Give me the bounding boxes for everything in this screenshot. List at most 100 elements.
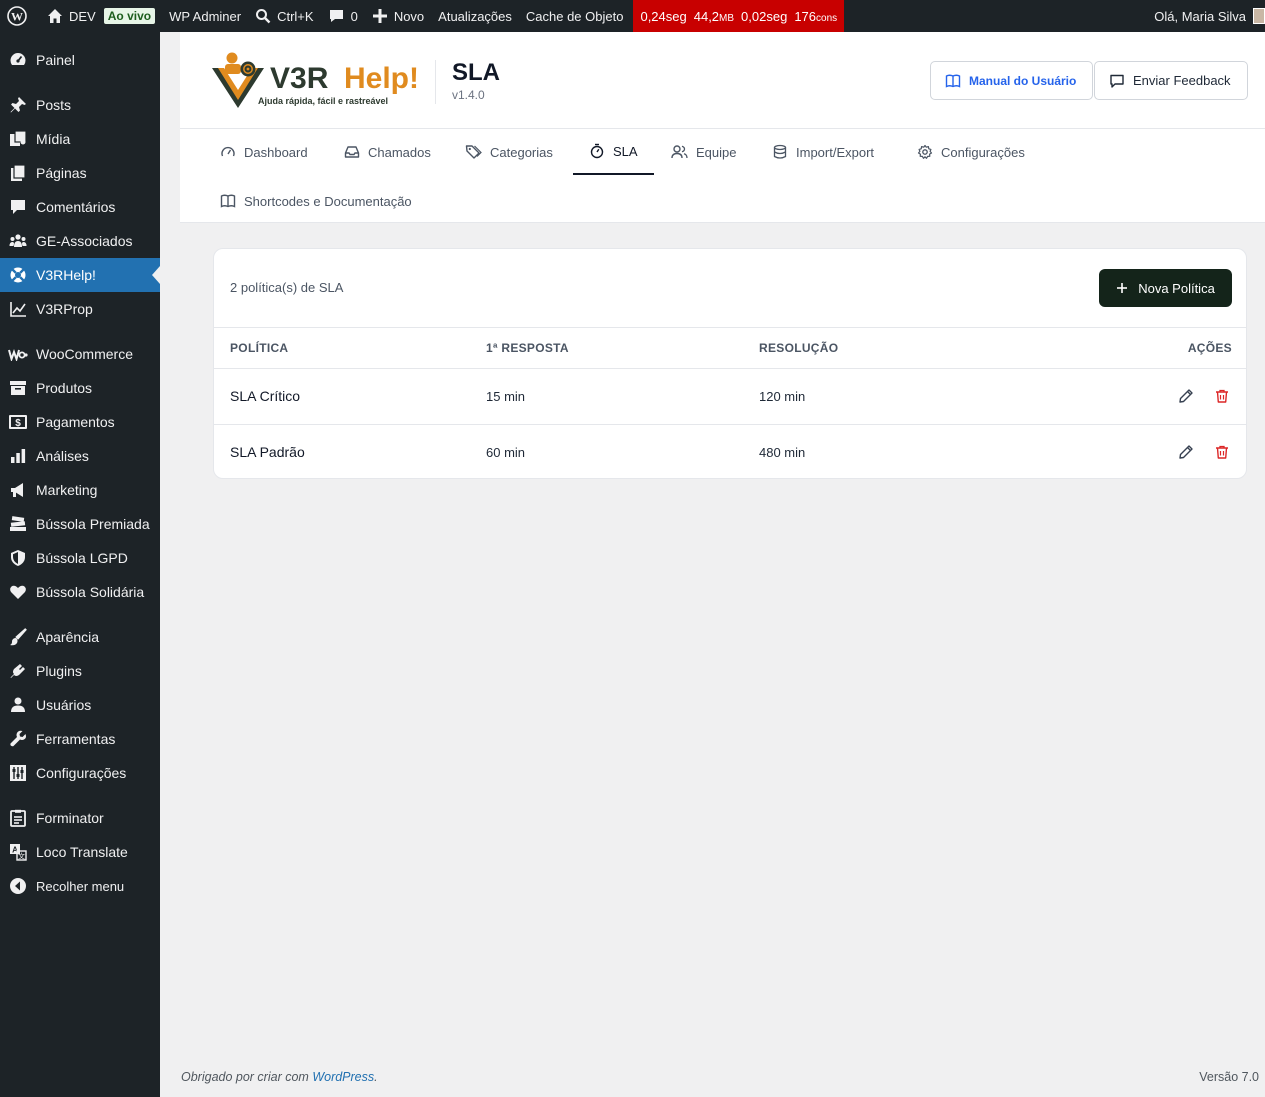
menu-item-midia[interactable]: Mídia	[0, 122, 160, 156]
edit-icon[interactable]	[1176, 386, 1196, 406]
policy-count: 2 política(s) de SLA	[230, 280, 344, 295]
page-title: SLA	[452, 59, 500, 86]
sla-table: POLÍTICA 1ª RESPOSTA RESOLUÇÃO AÇÕES SLA…	[214, 328, 1246, 478]
page-time: 0,24seg	[640, 8, 687, 24]
edit-icon[interactable]	[1176, 442, 1196, 462]
clipboard-icon	[8, 808, 28, 828]
pages-icon	[8, 163, 28, 183]
new-content-menu[interactable]: Novo	[365, 0, 431, 32]
send-feedback-button[interactable]: Enviar Feedback	[1094, 61, 1248, 100]
tab-sla[interactable]: SLA	[573, 129, 654, 175]
column-header-acoes: AÇÕES	[1043, 328, 1246, 369]
site-name-menu[interactable]: DEV Ao vivo	[40, 0, 162, 32]
menu-item-produtos[interactable]: Produtos	[0, 371, 160, 405]
new-label: Novo	[393, 8, 425, 24]
updates-link[interactable]: Atualizações	[431, 0, 519, 32]
memory-usage: 44,2MB	[693, 8, 735, 24]
wrench-icon	[8, 729, 28, 749]
groups-icon	[8, 231, 28, 251]
menu-item-pagamentos[interactable]: $ Pagamentos	[0, 405, 160, 439]
menu-item-woocommerce[interactable]: WooCommerce	[0, 337, 160, 371]
plugin-tabs: Dashboard Chamados Categorias SLA Equipe…	[180, 129, 1265, 223]
plus-icon	[372, 9, 387, 23]
plugin-version: v1.4.0	[452, 88, 485, 102]
menu-item-marketing[interactable]: Marketing	[0, 473, 160, 507]
my-account-menu[interactable]: Olá, Maria Silva	[1154, 0, 1265, 32]
sla-policies-card: 2 política(s) de SLA Nova Política POLÍT…	[213, 248, 1247, 479]
menu-item-bussola-premiada[interactable]: Bússola Premiada	[0, 507, 160, 541]
inbox-icon	[344, 146, 360, 158]
tab-dashboard[interactable]: Dashboard	[204, 129, 324, 175]
menu-item-bussola-solidaria[interactable]: Bússola Solidária	[0, 575, 160, 609]
query-count: 176cons	[794, 8, 838, 24]
new-policy-button[interactable]: Nova Política	[1099, 269, 1232, 307]
tab-shortcodes[interactable]: Shortcodes e Documentação	[204, 178, 428, 224]
new-policy-label: Nova Política	[1138, 280, 1215, 296]
heart-icon	[8, 582, 28, 602]
menu-item-configuracoes[interactable]: Configurações	[0, 756, 160, 790]
plugin-icon	[8, 661, 28, 681]
menu-item-posts[interactable]: Posts	[0, 88, 160, 122]
menu-item-usuarios[interactable]: Usuários	[0, 688, 160, 722]
menu-item-plugins[interactable]: Plugins	[0, 654, 160, 688]
collapse-menu-button[interactable]: Recolher menu	[0, 869, 160, 903]
menu-item-forminator[interactable]: Forminator	[0, 801, 160, 835]
tab-configuracoes[interactable]: Configurações	[901, 129, 1041, 175]
menu-item-bussola-lgpd[interactable]: Bússola LGPD	[0, 541, 160, 575]
delete-icon[interactable]	[1212, 442, 1232, 462]
timer-icon	[590, 143, 604, 159]
comments-link[interactable]: 0	[321, 0, 365, 32]
books-icon	[8, 514, 28, 534]
avatar	[1253, 8, 1265, 24]
menu-item-ge-associados[interactable]: GE-Associados	[0, 224, 160, 258]
collapse-arrow-icon	[8, 876, 28, 896]
media-icon	[8, 129, 28, 149]
message-square-icon	[1110, 74, 1124, 88]
menu-item-analises[interactable]: Análises	[0, 439, 160, 473]
search-shortcut: Ctrl+K	[277, 8, 314, 24]
wordpress-logo-icon[interactable]: W	[0, 0, 40, 32]
user-greeting: Olá, Maria Silva	[1154, 8, 1246, 24]
money-icon: $	[8, 412, 28, 432]
tab-chamados[interactable]: Chamados	[328, 129, 447, 175]
tab-equipe[interactable]: Equipe	[655, 129, 752, 175]
menu-item-aparencia[interactable]: Aparência	[0, 620, 160, 654]
bar-chart-icon	[8, 446, 28, 466]
book-open-icon	[220, 194, 236, 208]
first-response-time: 15 min	[470, 368, 743, 425]
dashboard-icon	[8, 50, 28, 70]
menu-item-comentarios[interactable]: Comentários	[0, 190, 160, 224]
plugin-header: V3R Help! Ajuda rápida, fácil e rastreáv…	[180, 32, 1265, 129]
object-cache-link[interactable]: Cache de Objeto	[519, 0, 634, 32]
gauge-icon	[221, 146, 235, 157]
send-feedback-label: Enviar Feedback	[1133, 73, 1231, 88]
delete-icon[interactable]	[1212, 386, 1232, 406]
admin-bar: W DEV Ao vivo WP Adminer Ctrl+K 0 Novo A…	[0, 0, 1265, 32]
tab-import-export[interactable]: Import/Export	[756, 129, 890, 175]
svg-text:W: W	[11, 10, 23, 24]
menu-item-painel[interactable]: Painel	[0, 43, 160, 77]
menu-item-loco-translate[interactable]: A文 Loco Translate	[0, 835, 160, 869]
lifebuoy-icon	[8, 265, 28, 285]
svg-text:$: $	[15, 418, 21, 429]
user-manual-button[interactable]: Manual do Usuário	[930, 61, 1094, 100]
query-monitor-stats[interactable]: 0,24seg 44,2MB 0,02seg 176cons	[633, 0, 845, 32]
brush-icon	[8, 627, 28, 647]
table-row: SLA Crítico 15 min 120 min	[214, 368, 1246, 425]
menu-item-v3rhelp[interactable]: V3RHelp!	[0, 258, 160, 292]
comments-count: 0	[350, 8, 358, 24]
tab-categorias[interactable]: Categorias	[449, 129, 569, 175]
wp-adminer-link[interactable]: WP Adminer	[162, 0, 248, 32]
wordpress-link[interactable]: WordPress	[312, 1070, 374, 1084]
menu-item-ferramentas[interactable]: Ferramentas	[0, 722, 160, 756]
menu-item-paginas[interactable]: Páginas	[0, 156, 160, 190]
footer-version: Versão 7.0	[1199, 1070, 1259, 1084]
comment-icon	[8, 197, 28, 217]
search-icon	[256, 9, 271, 24]
plus-icon	[1117, 283, 1128, 293]
settings-sliders-icon	[8, 763, 28, 783]
command-search[interactable]: Ctrl+K	[248, 0, 320, 32]
logo-tagline: Ajuda rápida, fácil e rastreável	[258, 96, 388, 106]
svg-text:V3R: V3R	[270, 62, 329, 95]
menu-item-v3rprop[interactable]: V3RProp	[0, 292, 160, 326]
